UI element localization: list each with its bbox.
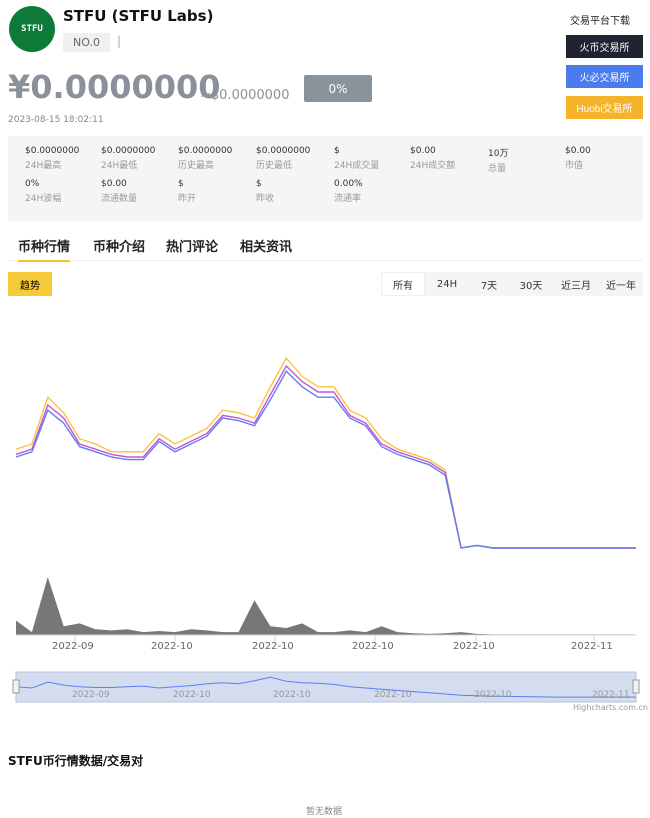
- stat-value: 0%: [25, 179, 40, 189]
- stat-item: 10万总量: [488, 146, 508, 174]
- navigator-tick-label: 2022-09: [72, 690, 110, 700]
- navigator-tick-label: 2022-10: [374, 690, 412, 700]
- section-title: STFU币行情数据/交易对: [8, 754, 144, 768]
- chart-credit[interactable]: Highcharts.com.cn: [573, 703, 648, 712]
- price-series-line: [15, 370, 636, 549]
- stat-item: $24H成交量: [334, 146, 379, 171]
- stat-value: $0.0000000: [178, 146, 233, 156]
- download-title: 交易平台下载: [570, 16, 630, 27]
- stat-item: $ 昨开: [178, 179, 196, 204]
- price-series-line: [15, 364, 636, 549]
- huobi-alt-download-button[interactable]: 火必交易所: [566, 65, 643, 88]
- stat-label: 24H成交额: [410, 161, 456, 171]
- navigator-tick-label: 2022-10: [273, 690, 311, 700]
- x-tick-label: 2022-10: [352, 641, 394, 652]
- timestamp: 2023-08-15 18:02:11: [8, 115, 104, 125]
- stat-value: 0.00%: [334, 179, 363, 189]
- stat-value: $: [256, 179, 262, 189]
- change-badge: 0%: [304, 75, 372, 102]
- stat-item: 0% 24H波幅: [25, 179, 61, 204]
- coin-title: STFU (STFU Labs): [63, 7, 214, 25]
- range-all[interactable]: 所有: [381, 272, 425, 296]
- huobi-download-button[interactable]: 火币交易所: [566, 35, 643, 58]
- stat-item: 0.00% 流通率: [334, 179, 363, 204]
- range-30d[interactable]: 30天: [509, 272, 553, 296]
- stat-label: 24H成交量: [334, 161, 380, 171]
- stat-label: 24H波幅: [25, 194, 62, 204]
- stat-item: $0.0000000 24H最低: [101, 146, 155, 171]
- range-24h[interactable]: 24H: [425, 272, 469, 296]
- empty-state: 暂无数据: [306, 807, 343, 817]
- stat-item: $0.00 流通数量: [101, 179, 137, 204]
- coin-logo: STFU: [9, 6, 55, 52]
- stat-value: $: [334, 146, 340, 156]
- stat-label: 流通数量: [101, 194, 138, 204]
- stat-value: $0.00: [410, 146, 436, 156]
- tab-market[interactable]: 币种行情: [18, 236, 71, 262]
- logo-text: STFU: [21, 24, 43, 34]
- tab-comments[interactable]: 热门评论: [166, 236, 218, 255]
- stat-item: $0.0000000 历史最高: [178, 146, 232, 171]
- stat-item: $ 昨收: [256, 179, 274, 204]
- stat-label: 24H最低: [101, 161, 138, 171]
- navigator-tick-label: 2022-10: [173, 690, 211, 700]
- stat-label: 历史最高: [178, 161, 215, 171]
- x-tick-label: 2022-10: [453, 641, 495, 652]
- stat-label: 24H最高: [25, 161, 62, 171]
- stat-label: 流通率: [334, 194, 362, 204]
- trend-button[interactable]: 趋势: [8, 272, 52, 296]
- stat-label: 市值: [565, 161, 584, 171]
- price-usd: ≈$0.0000000: [200, 88, 290, 103]
- range-7d[interactable]: 7天: [469, 272, 509, 296]
- stat-label: 昨开: [178, 194, 197, 204]
- volume-area: [16, 577, 636, 635]
- tab-news[interactable]: 相关资讯: [240, 236, 292, 255]
- stat-item: $0.0000000 24H最高: [25, 146, 79, 171]
- navigator-handle-right: [632, 679, 640, 694]
- stat-item: $0.0000000 历史最低: [256, 146, 310, 171]
- stat-item: $0.00 24H成交额: [410, 146, 455, 171]
- stat-value: $0.0000000: [101, 146, 156, 156]
- stat-value: 10万: [488, 149, 509, 159]
- stat-label: 历史最低: [256, 161, 293, 171]
- range-selector: 所有 24H 7天 30天 近三月 近一年: [381, 272, 643, 296]
- stat-value: $0.0000000: [25, 146, 80, 156]
- navigator-tick-label: 2022-11: [592, 690, 630, 700]
- stat-value: $0.00: [101, 179, 127, 189]
- stat-item: $0.00 市值: [565, 146, 591, 171]
- stat-label: 昨收: [256, 194, 275, 204]
- x-tick-label: 2022-10: [151, 641, 193, 652]
- range-3m[interactable]: 近三月: [553, 272, 599, 296]
- tab-bar: 币种行情 币种介绍 热门评论 相关资讯: [8, 232, 643, 262]
- price-cny: ¥0.0000000: [8, 68, 221, 106]
- stat-value: $0.00: [565, 146, 591, 156]
- stats-panel: $0.0000000 24H最高 $0.0000000 24H最低 $0.0000000…: [8, 136, 643, 221]
- navigator-handle-left: [12, 679, 20, 694]
- tab-intro[interactable]: 币种介绍: [93, 236, 145, 255]
- x-tick-label: 2022-09: [52, 641, 94, 652]
- stat-label: 总量: [488, 164, 507, 174]
- range-1y[interactable]: 近一年: [599, 272, 643, 296]
- huobi-global-download-button[interactable]: Huobi交易所: [566, 96, 643, 119]
- price-chart: [12, 356, 640, 703]
- stat-value: $0.0000000: [256, 146, 311, 156]
- stat-value: $: [178, 179, 184, 189]
- x-tick-label: 2022-10: [252, 641, 294, 652]
- header-separator: |: [117, 34, 122, 48]
- navigator-tick-label: 2022-10: [474, 690, 512, 700]
- rank-badge: NO.0: [63, 33, 110, 52]
- x-tick-label: 2022-11: [571, 641, 613, 652]
